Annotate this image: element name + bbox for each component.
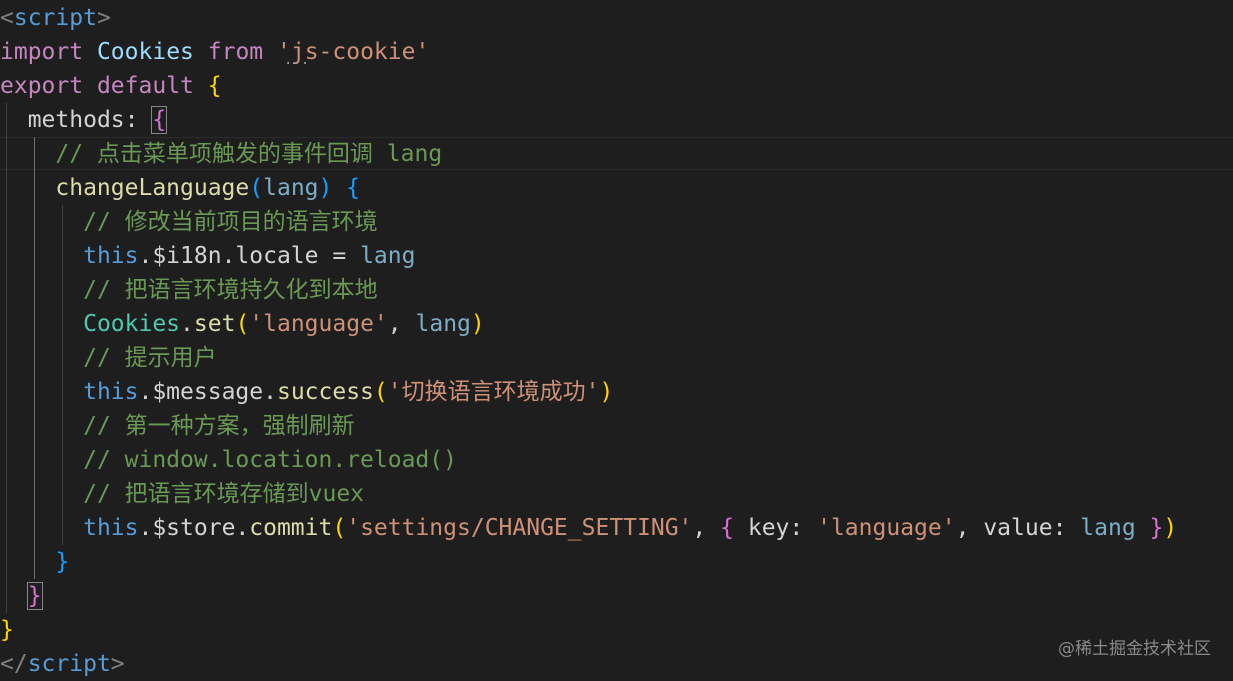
code-line-2[interactable]: import Cookies from 'js-cookie' (0, 35, 429, 69)
colon: : (124, 107, 139, 133)
comment: // window.location.reload() (83, 447, 457, 473)
brace: { (720, 515, 734, 541)
code-line-14[interactable]: // window.location.reload() (0, 443, 457, 477)
tag-bracket: </ (0, 651, 28, 677)
comment: // 提示用户 (83, 345, 217, 371)
watermark: @稀土掘金技术社区 (1058, 639, 1211, 659)
object-key: key (747, 515, 790, 541)
tag-name: script (27, 651, 111, 677)
code-line-6[interactable]: changeLanguage(lang) { (0, 171, 360, 205)
function-name: changeLanguage (55, 175, 250, 201)
function-name: commit (249, 515, 333, 541)
brace: } (55, 549, 70, 575)
code-line-15[interactable]: // 把语言环境存储到vuex (0, 477, 364, 511)
code-line-7[interactable]: // 修改当前项目的语言环境 (0, 205, 378, 239)
comment: // 把语言环境存储到vuex (83, 481, 365, 507)
code-line-3[interactable]: export default { (0, 69, 222, 103)
tag-bracket: > (96, 5, 111, 31)
brace-matched: { (151, 106, 168, 134)
this-keyword: this (83, 379, 139, 405)
code-line-20[interactable]: </script> (0, 647, 125, 681)
this-keyword: this (83, 515, 139, 541)
keyword: export (0, 73, 84, 99)
code-line-17[interactable]: } (0, 545, 69, 579)
keyword: from (207, 39, 264, 65)
string-literal: 'language' (249, 311, 388, 337)
comma: , (387, 311, 402, 337)
this-keyword: this (83, 243, 139, 269)
brace: } (0, 617, 14, 643)
brace-matched: } (26, 582, 43, 610)
brace: { (346, 175, 361, 201)
comment: // 修改当前项目的语言环境 (83, 209, 378, 235)
tag-bracket: > (110, 651, 125, 677)
keyword: import (0, 39, 84, 65)
brace: { (207, 73, 222, 99)
member-access: .$store. (138, 515, 250, 541)
variable-ref: lang (1080, 515, 1136, 541)
code-line-9[interactable]: // 把语言环境持久化到本地 (0, 273, 378, 307)
ellipsis-hint-icon: ··· (284, 56, 310, 72)
member-access: .$message. (138, 379, 277, 405)
object-key: value (983, 515, 1053, 541)
comment: // 点击菜单项触发的事件回调 lang (55, 141, 443, 167)
code-line-4[interactable]: methods: { (0, 103, 168, 137)
comma: , (955, 515, 970, 541)
code-line-18[interactable]: } (0, 579, 43, 613)
comment: // 把语言环境持久化到本地 (83, 277, 378, 303)
comment: // 第一种方案，强制刷新 (83, 413, 355, 439)
tag-bracket: < (0, 5, 14, 31)
code-line-12[interactable]: this.$message.success('切换语言环境成功') (0, 375, 613, 409)
function-name: success (276, 379, 374, 405)
paren: ( (332, 515, 347, 541)
comma: , (692, 515, 707, 541)
code-line-11[interactable]: // 提示用户 (0, 341, 217, 375)
keyword: default (96, 73, 194, 99)
brace: } (1149, 515, 1164, 541)
code-line-10[interactable]: Cookies.set('language', lang) (0, 307, 485, 341)
variable-ref: lang (360, 243, 416, 269)
code-line-13[interactable]: // 第一种方案，强制刷新 (0, 409, 355, 443)
paren: ) (599, 379, 614, 405)
dot: . (180, 311, 194, 337)
paren: ( (249, 175, 264, 201)
variable-ref: lang (415, 311, 471, 337)
member-access: .$i18n.locale (138, 243, 319, 269)
parameter: lang (263, 175, 319, 201)
identifier: Cookies (83, 311, 181, 337)
code-editor[interactable]: <script> import Cookies from 'js-cookie'… (0, 0, 1233, 681)
code-line-16[interactable]: this.$store.commit('settings/CHANGE_SETT… (0, 511, 1177, 545)
paren: ( (373, 379, 388, 405)
property-name: methods (27, 107, 125, 133)
colon: : (789, 515, 804, 541)
paren: ) (470, 311, 485, 337)
identifier: Cookies (96, 39, 194, 65)
code-line-19[interactable]: } (0, 613, 14, 647)
string-literal: '切换语言环境成功' (387, 379, 600, 405)
colon: : (1052, 515, 1067, 541)
string-literal: 'settings/CHANGE_SETTING' (346, 515, 693, 541)
function-name: set (193, 311, 236, 337)
code-line-1[interactable]: <script> (0, 1, 111, 35)
operator: = (332, 243, 347, 269)
code-line-5[interactable]: // 点击菜单项触发的事件回调 lang (0, 137, 442, 171)
paren: ) (318, 175, 333, 201)
paren: ( (235, 311, 250, 337)
code-line-8[interactable]: this.$i18n.locale = lang (0, 239, 415, 273)
paren: ) (1163, 515, 1178, 541)
tag-name: script (13, 5, 97, 31)
string-literal: 'language' (817, 515, 956, 541)
